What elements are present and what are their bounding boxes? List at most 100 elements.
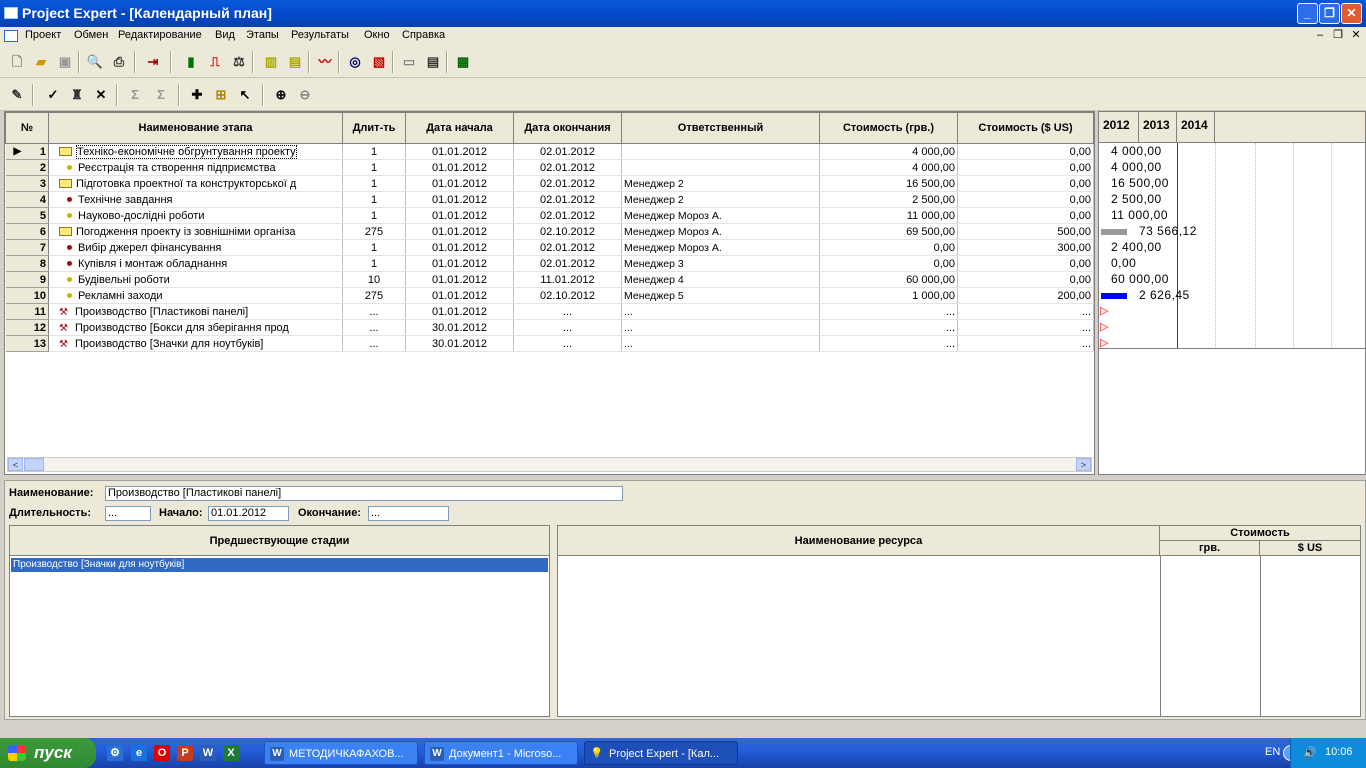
minimize-button[interactable]: _ — [1297, 3, 1318, 24]
cost-uah-cell[interactable]: 1 000,00 — [819, 287, 958, 304]
zoom-out-icon[interactable]: ⊖ — [296, 86, 314, 104]
calendar-icon[interactable]: ▮ — [182, 53, 200, 71]
cost-uah-cell[interactable]: 4 000,00 — [819, 143, 958, 160]
gantt-milestone-icon[interactable]: ▷ — [1100, 320, 1108, 333]
cost-uah-cell[interactable]: 11 000,00 — [819, 207, 958, 224]
end-date-cell[interactable]: ... — [513, 319, 622, 336]
table-row[interactable]: ▶ 1 Техніко-економічне обгрунтування проек… — [5, 143, 1094, 160]
col-cost-uah[interactable]: Стоимость (грв.) — [819, 112, 958, 144]
table-row[interactable]: 4 Технічне завдання 1 01.01.2012 02.01.2012 М… — [5, 191, 1094, 208]
stage-name-cell[interactable]: Реєстрація та створення підприємства — [48, 159, 343, 176]
start-date-cell[interactable]: 01.01.2012 — [405, 143, 514, 160]
col-end[interactable]: Дата окончания — [513, 112, 622, 144]
duration-cell[interactable]: ... — [342, 319, 406, 336]
stats-icon[interactable]: ▥ — [262, 53, 280, 71]
new-icon[interactable]: 🗋 — [8, 53, 26, 71]
task-button-word-1[interactable]: W МЕТОДИЧКАФАХОВ... — [264, 741, 418, 765]
start-date-cell[interactable]: 01.01.2012 — [405, 303, 514, 320]
scroll-left-icon[interactable]: < — [8, 458, 23, 471]
duration-cell[interactable]: 275 — [342, 223, 406, 240]
desktop-icon[interactable]: ⚙ — [107, 745, 123, 761]
cost-uah-cell[interactable]: 4 000,00 — [819, 159, 958, 176]
col-start[interactable]: Дата начала — [405, 112, 514, 144]
scroll-thumb[interactable] — [24, 458, 44, 471]
cost-usd-cell[interactable]: 0,00 — [957, 255, 1094, 272]
cost-uah-cell[interactable]: 0,00 — [819, 239, 958, 256]
menu-results[interactable]: Результаты — [291, 29, 349, 41]
stage-name-cell[interactable]: Погодження проекту із зовнішніми організ… — [48, 223, 343, 240]
menu-exchange[interactable]: Обмен — [74, 29, 108, 41]
duration-cell[interactable]: 1 — [342, 175, 406, 192]
duration-field[interactable]: ... — [105, 506, 151, 521]
duration-cell[interactable]: ... — [342, 303, 406, 320]
app-icon[interactable] — [4, 7, 18, 19]
start-date-cell[interactable]: 01.01.2012 — [405, 207, 514, 224]
start-date-cell[interactable]: 01.01.2012 — [405, 239, 514, 256]
duration-cell[interactable]: 10 — [342, 271, 406, 288]
table-row[interactable]: 8 Купівля і монтаж обладнання 1 01.01.2012 0… — [5, 255, 1094, 272]
end-date-cell[interactable]: 02.01.2012 — [513, 143, 622, 160]
stage-name-cell[interactable]: Купівля і монтаж обладнання — [48, 255, 343, 272]
table-row[interactable]: 13 ⚒ Производство [Значки для ноутбуків]..… — [5, 335, 1094, 352]
responsible-cell[interactable]: Менеджер Мороз А. — [621, 223, 820, 240]
table-row[interactable]: 7 Вибір джерел фінансування 1 01.01.2012 02.… — [5, 239, 1094, 256]
scroll-right-icon[interactable]: > — [1076, 458, 1091, 471]
col-cost-usd[interactable]: Стоимость ($ US) — [957, 112, 1094, 144]
cost-usd-cell[interactable]: ... — [957, 319, 1094, 336]
start-date-cell[interactable]: 01.01.2012 — [405, 255, 514, 272]
responsible-cell[interactable]: Менеджер Мороз А. — [621, 207, 820, 224]
row-number[interactable]: 2 — [5, 159, 49, 176]
zoom-in-icon[interactable]: ⊕ — [272, 86, 290, 104]
table-row[interactable]: 3 Підготовка проектної та конструкторсько… — [5, 175, 1094, 192]
start-field[interactable]: 01.01.2012 — [208, 506, 289, 521]
cashflow-icon[interactable]: ⎍ — [206, 53, 224, 71]
preview-icon[interactable]: 🔍 — [86, 53, 104, 71]
duration-cell[interactable]: ... — [342, 335, 406, 352]
check-icon[interactable]: ✓ — [44, 86, 62, 104]
table-row[interactable]: 6 Погодження проекту із зовнішніми органі… — [5, 223, 1094, 240]
row-number[interactable]: 6 — [5, 223, 49, 240]
gantt-task-bar[interactable] — [1101, 293, 1127, 299]
stage-name-cell[interactable]: Рекламні заходи — [48, 287, 343, 304]
row-number[interactable]: 8 — [5, 255, 49, 272]
responsible-cell[interactable]: ... — [621, 319, 820, 336]
stage-name-cell[interactable]: Техніко-економічне обгрунтування проекту — [48, 143, 343, 160]
restore-button[interactable]: ❐ — [1319, 3, 1340, 24]
cost-usd-cell[interactable]: 200,00 — [957, 287, 1094, 304]
end-date-cell[interactable]: 02.10.2012 — [513, 223, 622, 240]
row-number[interactable]: 9 — [5, 271, 49, 288]
start-date-cell[interactable]: 01.01.2012 — [405, 271, 514, 288]
end-date-cell[interactable]: 02.01.2012 — [513, 175, 622, 192]
stage-name-cell[interactable]: Будівельні роботи — [48, 271, 343, 288]
start-date-cell[interactable]: 01.01.2012 — [405, 287, 514, 304]
task-button-project-expert[interactable]: 💡 Project Expert - [Кал... — [584, 741, 738, 765]
duration-cell[interactable]: 1 — [342, 239, 406, 256]
responsible-cell[interactable]: Менеджер 2 — [621, 175, 820, 192]
predecessor-item[interactable]: Производство [Значки для ноутбуків] — [11, 558, 548, 572]
end-date-cell[interactable]: ... — [513, 335, 622, 352]
table-row[interactable]: 9 Будівельні роботи 10 01.01.2012 11.01.2012… — [5, 271, 1094, 288]
row-number[interactable]: 13 — [5, 335, 49, 352]
row-number[interactable]: ▶ 1 — [5, 143, 49, 160]
chart-icon[interactable]: 〰 — [316, 53, 334, 71]
doc-icon[interactable] — [4, 30, 18, 42]
cost-uah-cell[interactable]: 2 500,00 — [819, 191, 958, 208]
task-button-word-2[interactable]: W Документ1 - Microso... — [424, 741, 578, 765]
start-date-cell[interactable]: 01.01.2012 — [405, 159, 514, 176]
edit-stage-icon[interactable]: ✎ — [8, 86, 26, 104]
duration-cell[interactable]: 275 — [342, 287, 406, 304]
end-date-cell[interactable]: 11.01.2012 — [513, 271, 622, 288]
menu-view[interactable]: Вид — [215, 29, 235, 41]
menu-help[interactable]: Справка — [402, 29, 445, 41]
start-date-cell[interactable]: 01.01.2012 — [405, 223, 514, 240]
row-number[interactable]: 7 — [5, 239, 49, 256]
responsible-cell[interactable]: Менеджер 5 — [621, 287, 820, 304]
delete-icon[interactable]: ✕ — [92, 86, 110, 104]
table-row[interactable]: 11 ⚒ Производство [Пластикові панелі]... 01… — [5, 303, 1094, 320]
stage-name-cell[interactable]: Технічне завдання — [48, 191, 343, 208]
exit-icon[interactable]: ⇥ — [144, 53, 162, 71]
close-button[interactable]: ✕ — [1341, 3, 1362, 24]
menu-stages[interactable]: Этапы — [246, 29, 279, 41]
excel-icon[interactable]: X — [223, 745, 239, 761]
add-stage-icon[interactable]: ✚ — [188, 86, 206, 104]
